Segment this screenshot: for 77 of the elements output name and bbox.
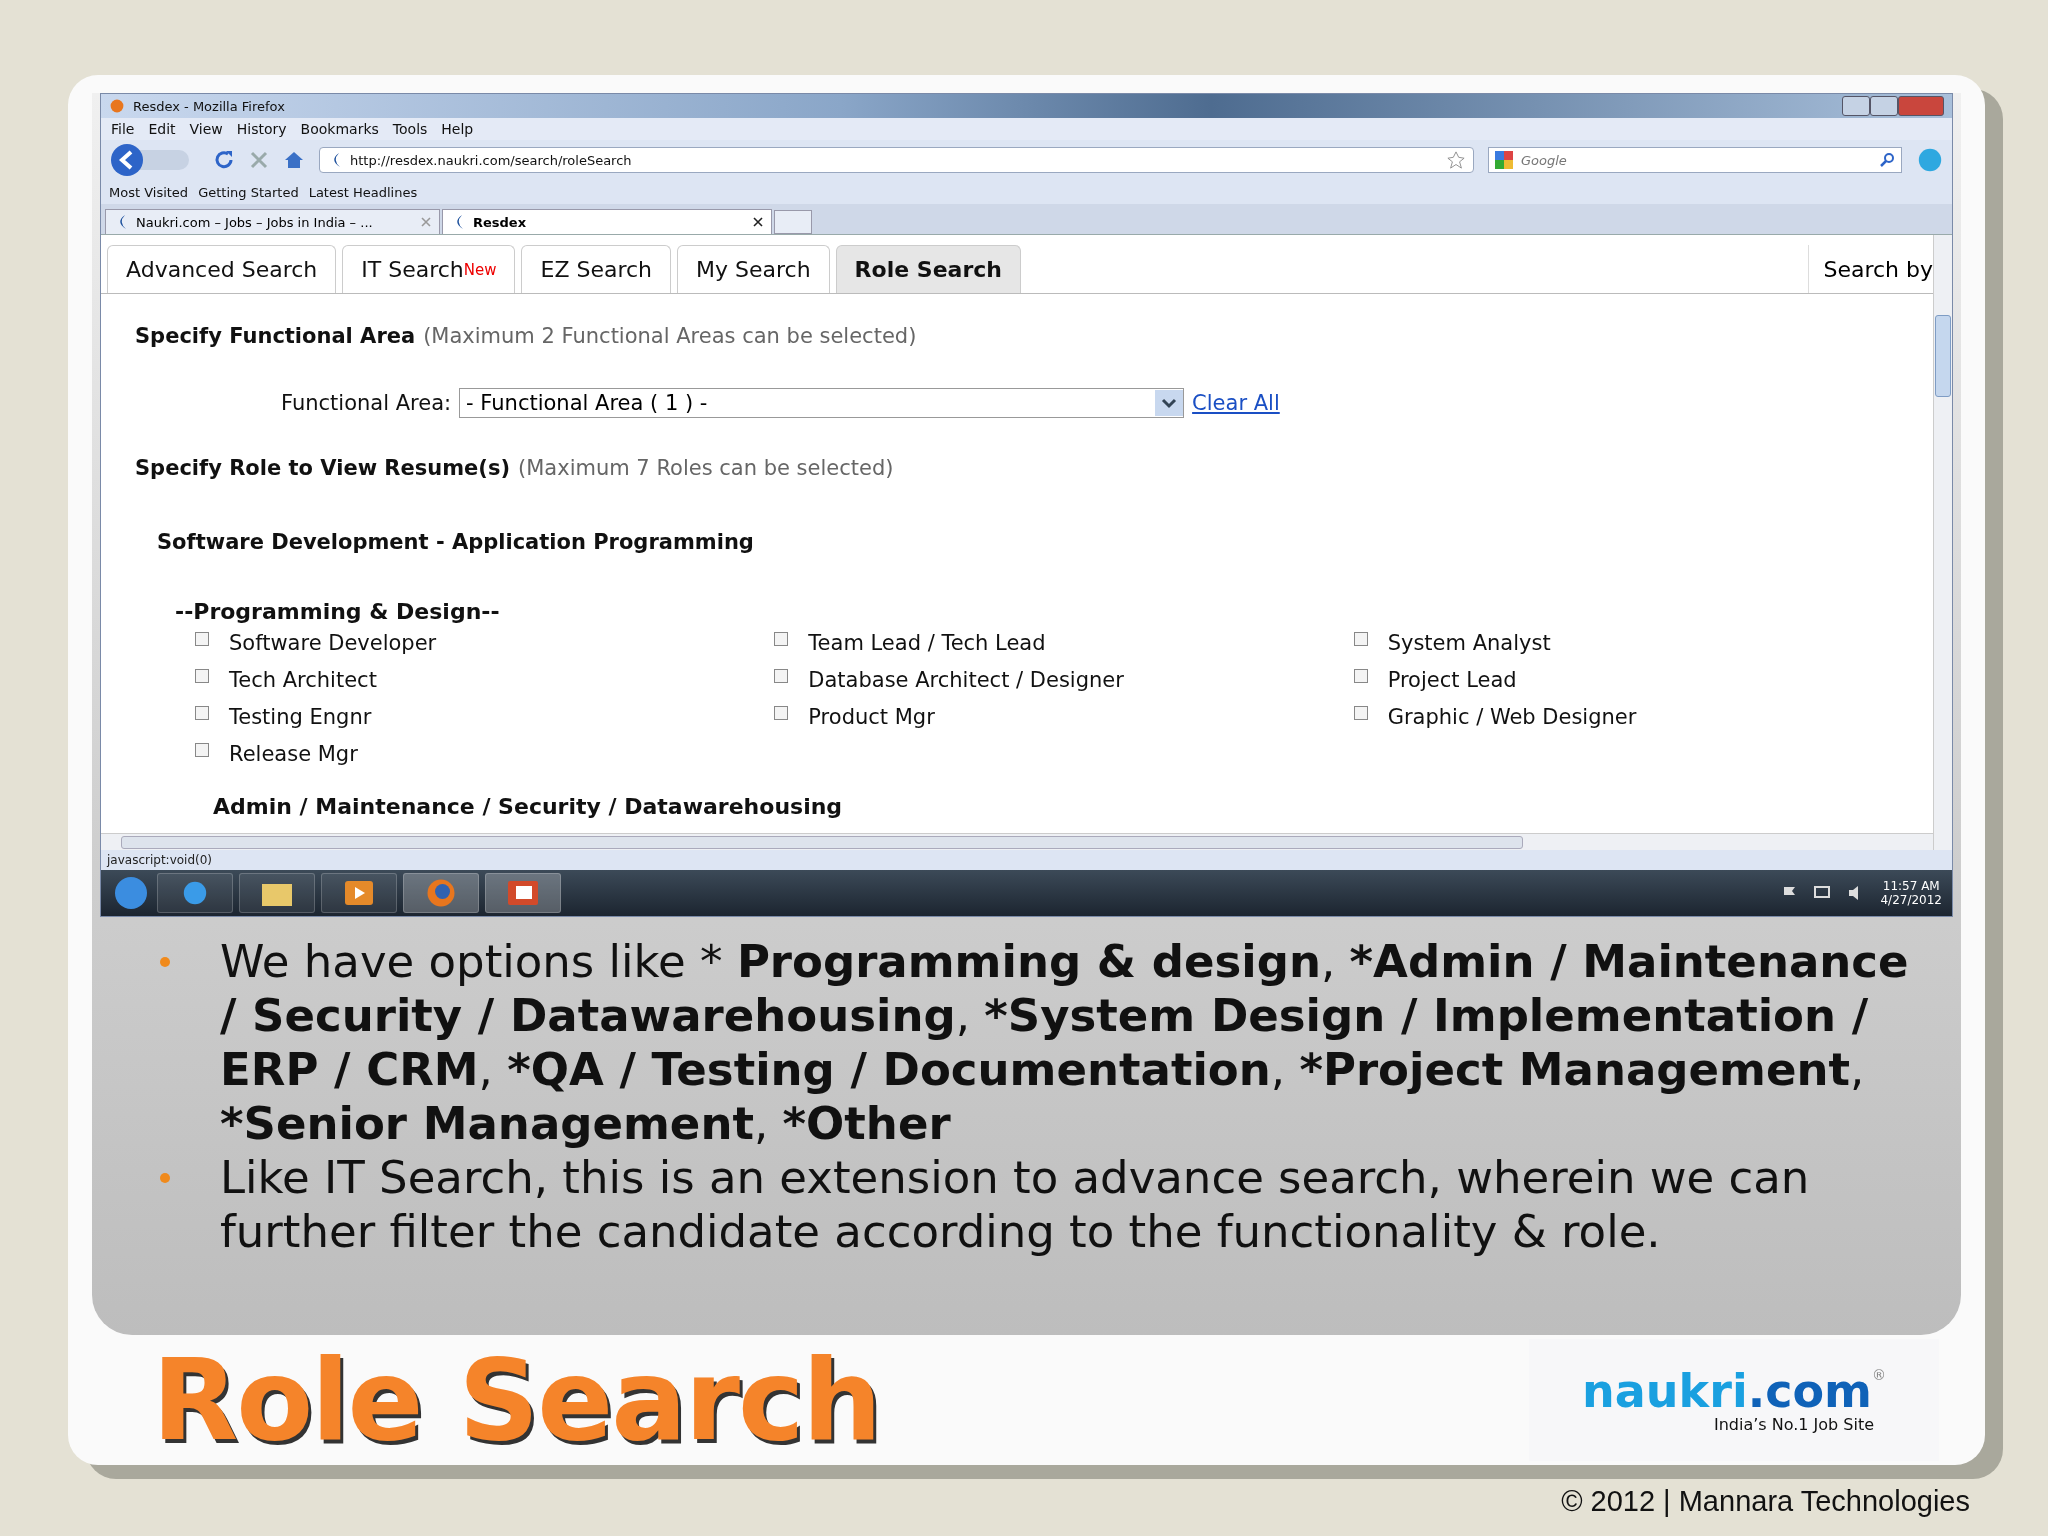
search-field[interactable]: Google <box>1488 147 1902 173</box>
bookmark-link[interactable]: Getting Started <box>198 184 299 200</box>
copyright-text: © 2012 | Mannara Technologies <box>1560 1484 1971 1518</box>
slides-icon <box>508 881 538 905</box>
group-heading: Admin / Maintenance / Security / Datawarehousing <box>213 794 843 819</box>
group-heading: --Programming & Design-- <box>175 599 500 624</box>
status-text: javascript:void(0) <box>101 850 1952 870</box>
role-checkbox[interactable] <box>1353 705 1368 720</box>
taskbar-button[interactable] <box>485 873 561 913</box>
bookmark-link[interactable]: Most Visited <box>109 184 189 200</box>
role-label: Team Lead / Tech Lead <box>808 630 1046 655</box>
slide-title: Role Search <box>152 1335 881 1465</box>
search-icon[interactable] <box>1879 152 1895 168</box>
role-label: Testing Engnr <box>229 704 372 729</box>
role-checkbox[interactable] <box>195 742 209 757</box>
menu-item[interactable]: Tools <box>392 121 428 137</box>
search-tab[interactable]: Advanced Search <box>107 245 337 293</box>
scrollbar-thumb[interactable] <box>121 835 1523 849</box>
role-checkbox[interactable] <box>195 631 209 646</box>
menu-item[interactable]: Help <box>441 121 474 137</box>
role-checkbox[interactable] <box>774 631 789 646</box>
search-tab[interactable]: EZ Search <box>521 245 672 293</box>
category-heading: Software Development - Application Programming <box>157 530 754 554</box>
taskbar-button[interactable] <box>157 873 233 913</box>
role-label: Graphic / Web Designer <box>1387 704 1637 729</box>
bullet-text: We have options like *Programming & design, *Admin / Maintenance / Security / Datawarehousing, *System Design / Implementation / ERP / CRM, *QA / Testing / Documentation, *Project Management, *Senior Management, *Other <box>220 935 1910 1151</box>
role-checkbox[interactable] <box>1353 668 1368 683</box>
role-label: Project Lead <box>1387 667 1517 692</box>
close-icon[interactable] <box>753 217 763 227</box>
menu-item[interactable]: View <box>189 121 223 137</box>
clock[interactable]: 11:57 AM 4/27/2012 <box>1880 879 1942 907</box>
browser-tab[interactable]: Naukri.com – Jobs – Jobs in India – ... <box>105 209 440 234</box>
new-tab-button[interactable] <box>774 210 812 234</box>
section-note: (Maximum 2 Functional Areas can be selected) <box>423 324 917 348</box>
network-icon[interactable] <box>1814 885 1833 901</box>
role-checkbox[interactable] <box>774 668 789 683</box>
bullet-icon <box>160 957 170 967</box>
browser-tab[interactable]: Resdex <box>442 209 772 234</box>
bullet-text: Like IT Search, this is an extension to advance search, wherein we can further filter the candidate according to the functionality & role. <box>220 1151 1811 1259</box>
search-tab[interactable]: My Search <box>677 245 830 293</box>
role-label: Tech Architect <box>229 667 377 692</box>
role-label: Database Architect / Designer <box>808 667 1124 692</box>
media-icon <box>345 881 373 905</box>
stop-icon[interactable] <box>249 150 269 170</box>
menu-item[interactable]: File <box>111 121 135 137</box>
maximize-button[interactable] <box>1870 96 1898 116</box>
role-label: Release Mgr <box>229 741 358 766</box>
menu-item[interactable]: Bookmarks <box>300 121 379 137</box>
section-note: (Maximum 7 Roles can be selected) <box>518 456 894 480</box>
window-title: Resdex - Mozilla Firefox <box>133 98 285 114</box>
reload-icon[interactable] <box>213 149 235 171</box>
bullet-icon <box>160 1173 170 1183</box>
functional-area-dropdown[interactable]: - Functional Area ( 1 ) - <box>459 388 1185 418</box>
role-checkbox[interactable] <box>774 705 789 720</box>
home-icon[interactable] <box>283 150 305 170</box>
bookmark-link[interactable]: Latest Headlines <box>308 184 418 200</box>
search-tab[interactable]: Role Search <box>835 245 1021 293</box>
role-label: Product Mgr <box>808 704 935 729</box>
menu-item[interactable]: History <box>236 121 287 137</box>
menu-item[interactable]: Edit <box>148 121 176 137</box>
clear-all-link[interactable]: Clear All <box>1192 391 1280 415</box>
role-label: System Analyst <box>1387 630 1551 655</box>
chevron-icon <box>1155 390 1184 416</box>
role-checkbox[interactable] <box>195 668 209 683</box>
google-icon <box>1495 151 1513 169</box>
role-checkbox[interactable] <box>1353 631 1368 646</box>
taskbar-button[interactable] <box>321 873 397 913</box>
section-heading: Specify Functional Area <box>135 324 416 348</box>
scrollbar-thumb[interactable] <box>1935 315 1951 397</box>
role-label: Software Developer <box>229 630 437 655</box>
minimize-button[interactable] <box>1842 96 1870 116</box>
role-checkbox[interactable] <box>195 705 209 720</box>
address-field[interactable]: http://resdex.naukri.com/search/roleSearch <box>319 147 1474 173</box>
field-label: Functional Area: <box>281 391 452 415</box>
section-heading: Specify Role to View Resume(s) <box>135 456 511 480</box>
star-icon[interactable] <box>1447 151 1465 169</box>
taskbar-button[interactable] <box>239 873 315 913</box>
